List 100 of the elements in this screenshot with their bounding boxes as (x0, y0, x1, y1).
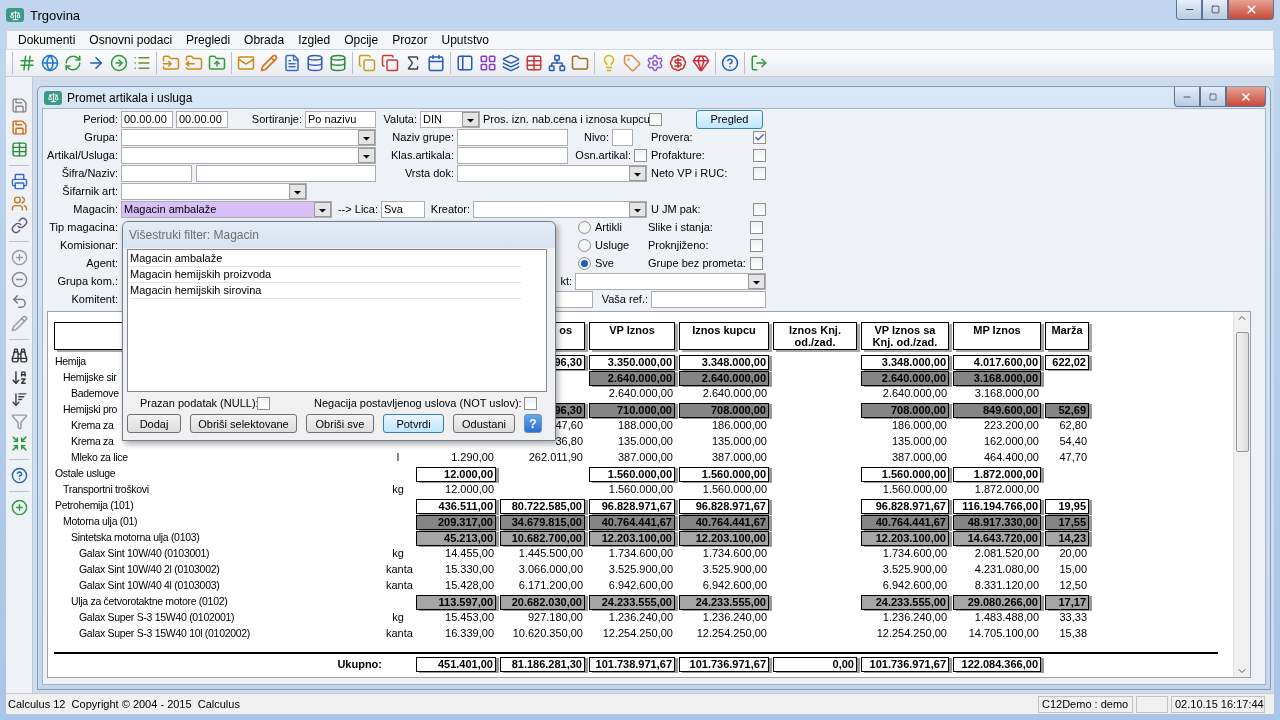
help-icon[interactable] (10, 467, 28, 484)
dropdown-field[interactable] (473, 200, 647, 218)
folder-icon[interactable] (185, 54, 203, 72)
menu-item[interactable]: Osnovni podaci (82, 33, 180, 47)
folder-icon[interactable] (162, 54, 180, 72)
checkbox[interactable] (753, 148, 766, 162)
dropdown-field[interactable]: DIN (420, 110, 480, 128)
database-icon[interactable] (329, 54, 347, 72)
exit-icon[interactable] (750, 54, 768, 72)
radio-button[interactable] (578, 220, 591, 234)
row-name[interactable]: Ulja za četvorotaktne motore (0102) (54, 594, 380, 610)
dropdown-field[interactable] (121, 128, 376, 146)
globe-icon[interactable] (41, 54, 59, 72)
menu-item[interactable]: Pregledi (179, 33, 238, 47)
row-name[interactable]: Mleko za lice (54, 450, 380, 466)
dollar-icon[interactable] (669, 54, 687, 72)
pencil-icon[interactable] (260, 54, 278, 72)
printer-icon[interactable] (10, 173, 28, 190)
maximize-button[interactable] (1200, 87, 1226, 107)
dropdown-field[interactable]: Magacin ambalaže (121, 200, 332, 218)
checkbox[interactable] (524, 396, 537, 410)
table-icon[interactable] (525, 54, 543, 72)
scrollbar[interactable] (1233, 312, 1250, 677)
checkbox[interactable] (750, 220, 763, 234)
input-field[interactable] (121, 164, 192, 182)
shrink-icon[interactable] (10, 435, 28, 452)
minimize-button[interactable] (1174, 87, 1200, 107)
hash-icon[interactable] (18, 54, 36, 72)
checkbox[interactable] (750, 256, 763, 270)
envelope-icon[interactable] (237, 54, 255, 72)
plus-icon[interactable] (10, 499, 28, 516)
layers-icon[interactable] (502, 54, 520, 72)
minimize-button[interactable] (1176, 0, 1202, 20)
radio-button[interactable] (578, 256, 591, 270)
document-icon[interactable] (283, 54, 301, 72)
checkbox[interactable] (750, 238, 763, 252)
plus-icon[interactable] (10, 249, 28, 266)
dropdown-field[interactable] (121, 182, 307, 200)
row-name[interactable]: Galax Sint 10W/40 2l (0103002) (54, 562, 380, 578)
checkbox[interactable] (257, 396, 270, 410)
arrow-right-icon[interactable] (87, 54, 105, 72)
checkbox[interactable] (753, 202, 766, 216)
close-button[interactable] (1226, 87, 1266, 107)
input-field[interactable]: Po nazivu (305, 110, 376, 128)
menu-item[interactable]: Prozor (385, 33, 435, 47)
row-name[interactable]: Motorna ulja (01) (54, 514, 380, 530)
radio-label[interactable]: Artikli (595, 221, 645, 233)
chain-icon[interactable] (10, 217, 28, 234)
help-icon[interactable] (721, 54, 739, 72)
pencil-icon[interactable] (10, 315, 28, 332)
row-name[interactable]: Galax Sint 10W/40 (0103001) (54, 546, 380, 562)
grid-icon[interactable] (479, 54, 497, 72)
input-field[interactable] (457, 128, 568, 146)
input-field[interactable] (196, 164, 376, 182)
menu-item[interactable]: Izgled (291, 33, 338, 47)
row-name[interactable]: Galax Super S-3 15W40 (0102001) (54, 610, 380, 626)
filter-icon[interactable] (10, 413, 28, 430)
maximize-button[interactable] (1202, 0, 1228, 20)
input-field[interactable]: 00.00.00 (176, 110, 228, 128)
tag-icon[interactable] (623, 54, 641, 72)
menu-item[interactable]: Obrada (237, 33, 292, 47)
sort-icon[interactable] (10, 369, 28, 386)
list-icon[interactable] (133, 54, 151, 72)
radio-label[interactable]: Sve (595, 257, 645, 269)
folder-icon[interactable] (208, 54, 226, 72)
input-field[interactable]: 00.00.00 (121, 110, 173, 128)
radio-button[interactable] (578, 238, 591, 252)
binoculars-icon[interactable] (10, 347, 28, 364)
panel-icon[interactable] (456, 54, 474, 72)
input-field[interactable] (651, 290, 766, 308)
cards-icon[interactable] (381, 54, 399, 72)
input-field[interactable]: Sva (381, 200, 425, 218)
dropdown-field[interactable] (575, 272, 766, 290)
pregled-button[interactable]: Pregled (696, 109, 763, 129)
row-name[interactable]: Transportni troškovi (54, 482, 380, 498)
tree-icon[interactable] (548, 54, 566, 72)
scrollbar-thumb[interactable] (1235, 332, 1249, 452)
close-button[interactable] (1228, 0, 1274, 20)
menu-item[interactable]: Uputstvo (434, 33, 496, 47)
menu-item[interactable]: Dokumenti (11, 33, 83, 47)
table-icon[interactable] (10, 141, 28, 158)
checkbox[interactable] (753, 166, 766, 180)
menu-item[interactable]: Opcije (337, 33, 386, 47)
gem-icon[interactable] (692, 54, 710, 72)
input-field[interactable] (612, 128, 633, 146)
dialog-button[interactable]: Odustani (453, 414, 515, 433)
checkbox[interactable] (753, 130, 766, 144)
arrow-circle-icon[interactable] (110, 54, 128, 72)
list-item[interactable]: Magacin hemijskih proizvoda (129, 267, 521, 283)
input-field[interactable] (457, 146, 568, 164)
row-name[interactable]: Galax Sint 10W/40 4l (0103003) (54, 578, 380, 594)
row-name[interactable]: Ostale usluge (54, 466, 380, 482)
row-name[interactable]: Galax Super S-3 15W40 10l (0102002) (54, 626, 380, 642)
folder-icon[interactable] (571, 54, 589, 72)
dialog-button[interactable]: Potvrdi (383, 414, 444, 433)
dialog-button[interactable]: Obriši sve (306, 414, 374, 433)
row-name[interactable]: Petrohemija (101) (54, 498, 380, 514)
row-name[interactable]: Sintetska motorna ulja (0103) (54, 530, 380, 546)
people-icon[interactable] (10, 195, 28, 212)
refresh-icon[interactable] (64, 54, 82, 72)
